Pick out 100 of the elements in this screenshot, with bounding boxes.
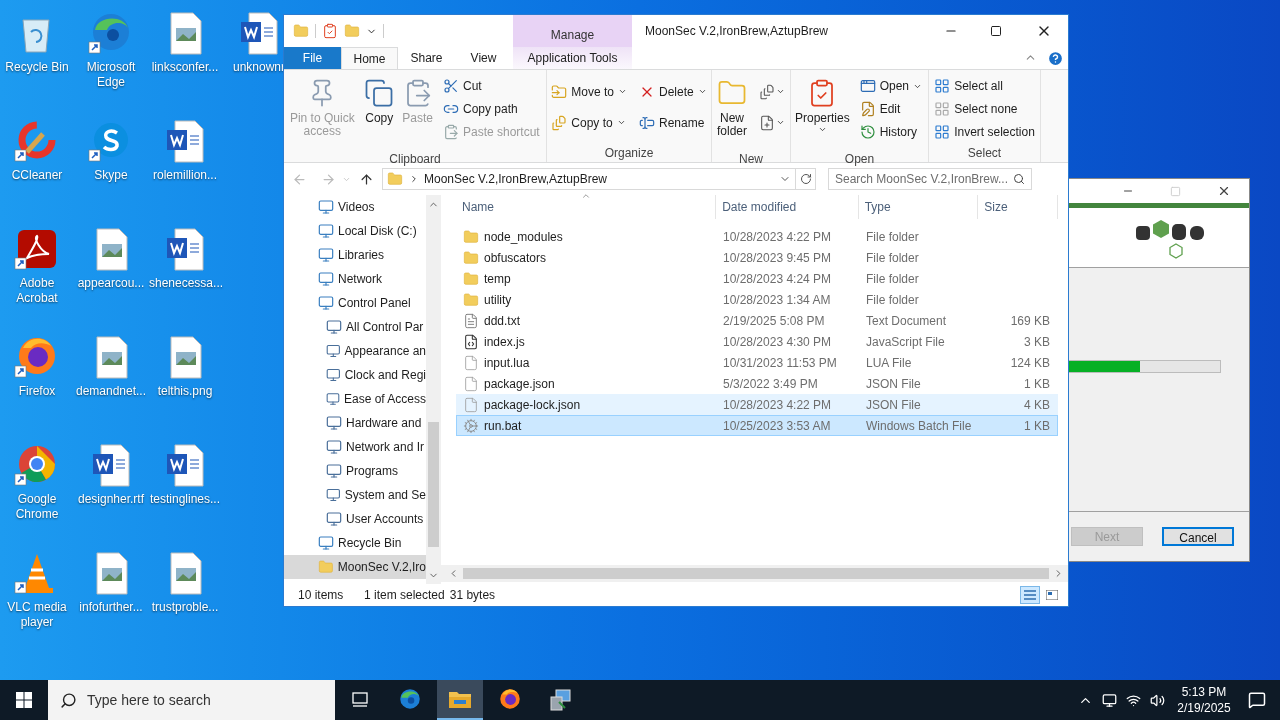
maximize-icon[interactable] [990, 25, 1002, 37]
app-icon [326, 487, 341, 503]
nav-item[interactable]: Videos [284, 195, 426, 219]
type-cell-text: File folder [865, 249, 920, 267]
size-cell-text: 169 KB [1009, 312, 1050, 330]
file-name: run.bat [484, 417, 522, 435]
close-icon[interactable] [1217, 184, 1231, 198]
clock-date[interactable]: 2/19/2025 [1177, 700, 1231, 716]
installer-icon [548, 688, 572, 712]
file-row[interactable]: input.lua 10/31/2023 11:53 PM LUA File 124 KB [456, 352, 1058, 373]
nav-item[interactable]: MoonSec V.2,Iro [284, 555, 426, 579]
column-header[interactable]: Type [858, 195, 979, 219]
nav-item[interactable]: Recycle Bin [284, 531, 426, 555]
ribbon-button[interactable]: Copy to [549, 112, 629, 133]
ribbon-button[interactable]: Delete [637, 81, 709, 102]
file-row[interactable]: index.js 10/28/2023 4:30 PM JavaScript File 3 KB [456, 331, 1058, 352]
file-name: obfuscators [484, 249, 547, 267]
nav-item[interactable]: Network [284, 267, 426, 291]
desktop-icon-label[interactable]: unknownr [233, 60, 285, 75]
file-row[interactable]: obfuscators 10/28/2023 9:45 PM File folder [456, 247, 1058, 268]
clock-time[interactable]: 5:13 PM [1181, 684, 1227, 700]
app-icon [326, 463, 342, 479]
file-row[interactable]: package-lock.json 10/28/2023 4:22 PM JSON File 4 KB [456, 394, 1058, 415]
folder-icon [463, 270, 479, 287]
nav-item[interactable]: All Control Par [284, 315, 426, 339]
ribbon-tab[interactable]: Share [398, 47, 455, 69]
refresh-icon[interactable] [799, 173, 812, 185]
file-row[interactable]: package.json 5/3/2022 3:49 PM JSON File 1 KB [456, 373, 1058, 394]
ribbon-button[interactable]: Rename [637, 112, 709, 133]
app-icon [318, 223, 334, 239]
nav-item[interactable]: Control Panel [284, 291, 426, 315]
file-name: utility [484, 291, 512, 309]
ribbon-button[interactable]: New folder [712, 76, 752, 150]
ribbon-button[interactable]: Copy path [441, 99, 542, 119]
window-icon [859, 78, 876, 94]
file-row[interactable]: node_modules 10/28/2023 4:22 PM File folder [456, 226, 1058, 247]
help-icon[interactable] [1047, 50, 1064, 67]
nav-item[interactable]: Appearance an [284, 339, 426, 363]
file-row[interactable]: temp 10/28/2023 4:24 PM File folder [456, 268, 1058, 289]
nav-item[interactable]: Libraries [284, 243, 426, 267]
nav-item[interactable]: Programs [284, 459, 426, 483]
contextual-group-label: Manage [513, 15, 632, 47]
nav-item[interactable]: Hardware and [284, 411, 426, 435]
ribbon-tab[interactable]: View [455, 47, 512, 69]
column-header[interactable]: Size [978, 195, 1058, 219]
sort-icon [581, 191, 591, 201]
dialog-button[interactable]: Cancel [1162, 527, 1234, 546]
column-header[interactable]: Name [456, 195, 717, 219]
ribbon-button[interactable]: History [857, 122, 925, 142]
app-icon [326, 439, 342, 455]
ribbon-button[interactable]: Invert selection [932, 122, 1037, 142]
taskbar-button[interactable] [437, 680, 483, 720]
volume-icon[interactable] [1150, 692, 1165, 708]
ribbon-button[interactable]: Move to [549, 81, 629, 102]
file-name: input.lua [484, 354, 530, 372]
app-icon [326, 343, 341, 359]
nav-item[interactable]: Clock and Regi [284, 363, 426, 387]
address-bar[interactable]: MoonSec V.2,IronBrew,AztupBrew [382, 168, 816, 190]
column-header[interactable]: Date modified [716, 195, 859, 219]
ribbon-button[interactable]: Edit [857, 99, 925, 119]
size-cell-text: 1 KB [1023, 417, 1050, 435]
search-field[interactable]: Search MoonSec V.2,IronBrew... [828, 168, 1032, 190]
scrollbar-thumb[interactable] [428, 422, 439, 547]
ribbon-button[interactable]: Cut [441, 76, 542, 96]
file-tab[interactable]: File [284, 47, 341, 69]
file-name: package.json [484, 375, 555, 393]
type-cell-text: LUA File [865, 354, 913, 372]
notification-icon[interactable] [1248, 691, 1266, 709]
ribbon-button[interactable]: Select none [932, 99, 1037, 119]
nav-item[interactable]: Network and Ir [284, 435, 426, 459]
address-path[interactable]: MoonSec V.2,IronBrew,AztupBrew [424, 170, 779, 188]
scrollbar-thumb[interactable] [463, 568, 1049, 579]
app-icon [326, 391, 340, 407]
ribbon-button[interactable]: Select all [932, 76, 1037, 96]
file-row[interactable]: ddd.txt 2/19/2025 5:08 PM Text Document 169 KB [456, 310, 1058, 331]
up-icon[interactable] [359, 171, 374, 187]
tray-icon[interactable] [1102, 692, 1117, 708]
nav-item[interactable]: Local Disk (C:) [284, 219, 426, 243]
app-icon [326, 511, 342, 527]
nav-item[interactable]: System and Se [284, 483, 426, 507]
network-icon[interactable] [1126, 692, 1141, 708]
file-row[interactable]: run.bat 10/25/2023 3:53 AM Windows Batch File 1 KB [456, 415, 1058, 436]
horizontal-scrollbar[interactable] [441, 565, 1068, 582]
type-cell-text: Windows Batch File [865, 417, 973, 435]
new-item-icon [759, 83, 775, 100]
status-text: 31 bytes [449, 587, 496, 604]
taskbar-search-field[interactable]: Type here to search [48, 680, 335, 720]
properties-icon[interactable] [322, 23, 338, 39]
ribbon-tab[interactable]: Application Tools [513, 47, 632, 69]
scrollbar[interactable] [426, 195, 441, 584]
details-view-button[interactable] [1020, 586, 1040, 604]
caret-icon [817, 125, 827, 134]
folder-icon [463, 249, 479, 266]
ribbon-button[interactable]: Copy [361, 76, 398, 150]
file-row[interactable]: utility 10/28/2023 1:34 AM File folder [456, 289, 1058, 310]
nav-item[interactable]: User Accounts [284, 507, 426, 531]
ribbon-tab[interactable]: Home [341, 47, 398, 69]
nav-item[interactable]: Ease of Access [284, 387, 426, 411]
ribbon-button[interactable]: Open [857, 76, 925, 96]
ribbon-button[interactable]: Properties [791, 76, 853, 150]
